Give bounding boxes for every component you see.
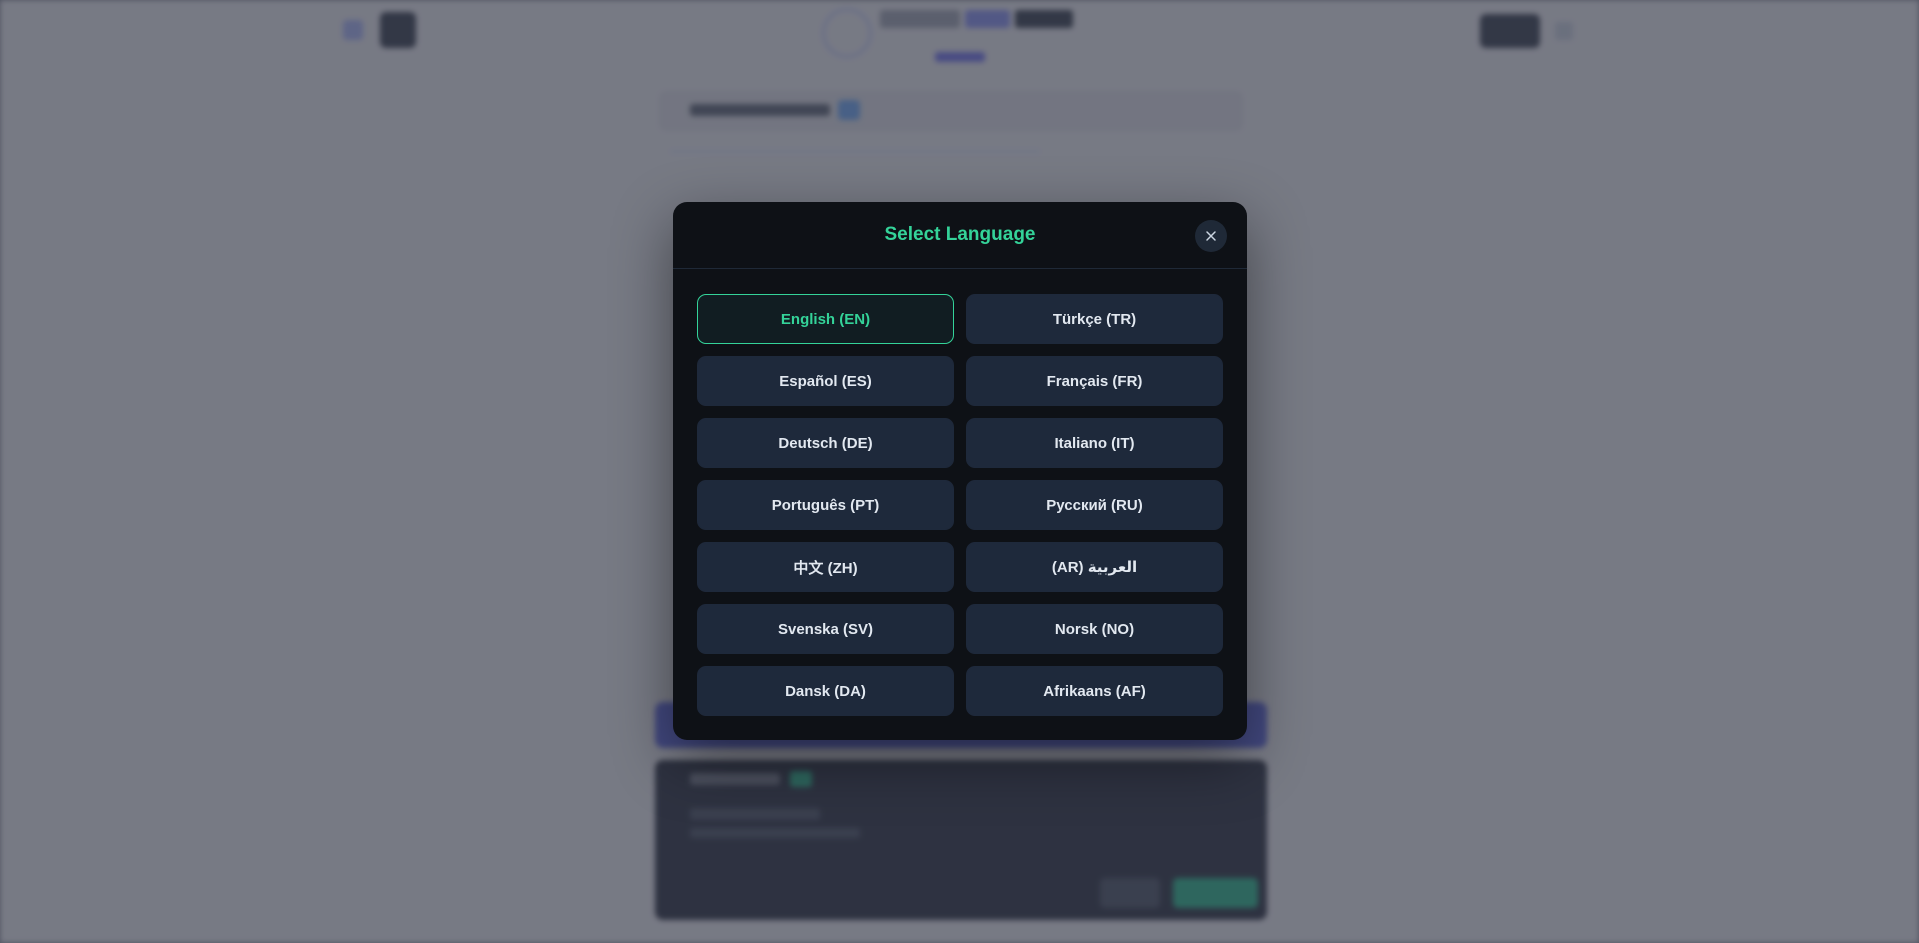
language-option-ar[interactable]: العربية (AR) bbox=[966, 542, 1223, 592]
language-grid: English (EN) Türkçe (TR) Español (ES) Fr… bbox=[697, 294, 1223, 716]
language-option-no[interactable]: Norsk (NO) bbox=[966, 604, 1223, 654]
modal-header: Select Language bbox=[673, 202, 1247, 269]
close-button[interactable] bbox=[1195, 220, 1227, 252]
language-modal: Select Language English (EN) Türkçe (TR)… bbox=[673, 202, 1247, 740]
language-option-fr[interactable]: Français (FR) bbox=[966, 356, 1223, 406]
language-option-sv[interactable]: Svenska (SV) bbox=[697, 604, 954, 654]
language-option-es[interactable]: Español (ES) bbox=[697, 356, 954, 406]
close-icon bbox=[1206, 231, 1216, 241]
language-option-de[interactable]: Deutsch (DE) bbox=[697, 418, 954, 468]
language-option-en[interactable]: English (EN) bbox=[697, 294, 954, 344]
language-option-zh[interactable]: 中文 (ZH) bbox=[697, 542, 954, 592]
language-option-pt[interactable]: Português (PT) bbox=[697, 480, 954, 530]
language-option-ru[interactable]: Русский (RU) bbox=[966, 480, 1223, 530]
language-option-da[interactable]: Dansk (DA) bbox=[697, 666, 954, 716]
language-option-it[interactable]: Italiano (IT) bbox=[966, 418, 1223, 468]
language-option-tr[interactable]: Türkçe (TR) bbox=[966, 294, 1223, 344]
modal-title: Select Language bbox=[884, 224, 1036, 245]
language-option-af[interactable]: Afrikaans (AF) bbox=[966, 666, 1223, 716]
